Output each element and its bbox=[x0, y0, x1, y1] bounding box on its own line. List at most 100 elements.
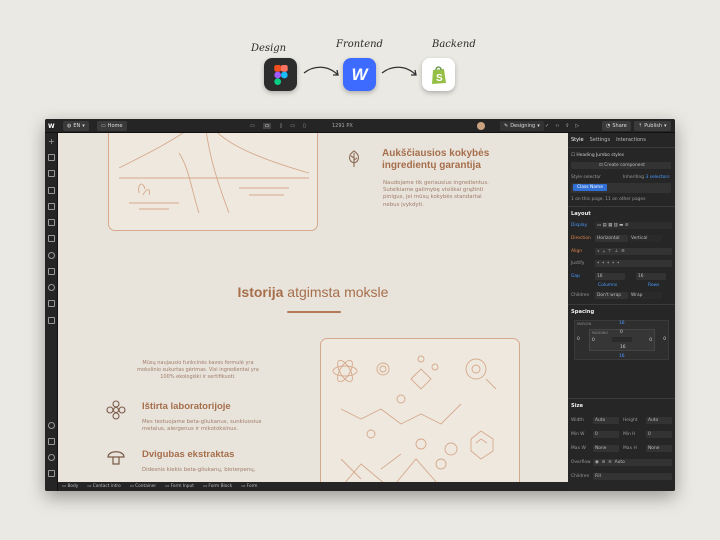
pencil-icon: ✎ bbox=[504, 123, 509, 129]
margin-right[interactable]: 0 bbox=[663, 337, 666, 342]
leaf-icon bbox=[348, 150, 360, 167]
direction-vertical[interactable]: Vertical bbox=[629, 235, 662, 242]
spacing-section-title[interactable]: Spacing bbox=[571, 309, 594, 315]
padding-top[interactable]: 0 bbox=[620, 330, 623, 335]
justify-options[interactable]: ⫞ ⫞ ⫞ ⫞ ⫞ bbox=[595, 260, 672, 267]
tab-style[interactable]: Style bbox=[571, 137, 584, 143]
dont-wrap-option[interactable]: Don't wrap bbox=[595, 292, 628, 299]
margin-bottom[interactable]: 16 bbox=[619, 354, 625, 359]
class-name-pill[interactable]: Class Name bbox=[573, 184, 607, 191]
margin-top[interactable]: 16 bbox=[619, 321, 625, 326]
design-canvas[interactable]: Aukščiausios kokybės ingredientų garanti… bbox=[58, 133, 568, 482]
gap-input-1[interactable]: 16 bbox=[595, 273, 625, 280]
styles-icon[interactable] bbox=[48, 219, 55, 226]
min-h-input[interactable]: 0 bbox=[646, 431, 672, 438]
breakpoint-desktop-plus-icon[interactable]: ▭ bbox=[250, 123, 255, 129]
padding-label: PADDING bbox=[592, 331, 609, 335]
language-selector[interactable]: ◍ EN ▾ bbox=[63, 121, 89, 131]
breadcrumb: ▭ Body ▭ Contact intro ▭ Container ▭ For… bbox=[58, 482, 568, 491]
share-label: Share bbox=[612, 123, 627, 129]
padding-right[interactable]: 0 bbox=[649, 338, 652, 343]
globe-icon: ◍ bbox=[67, 123, 72, 129]
mode-selector[interactable]: ✎ Designing ▾ bbox=[500, 121, 544, 131]
style-panel: Style Settings Interactions ☐ Heading Ju… bbox=[568, 133, 675, 491]
webflow-designer-window: W ◍ EN ▾ ▭ Home ▭ ▭ ▯ ▭ ▯ 1291 PX ✎ Designin… bbox=[45, 119, 675, 491]
class-selector-input[interactable]: Class Name bbox=[571, 183, 671, 193]
breakpoint-mobile-landscape-icon[interactable]: ▭ bbox=[290, 123, 295, 129]
share-icon[interactable]: ⇪ bbox=[565, 123, 569, 129]
breadcrumb-item[interactable]: ▭ Contact intro bbox=[87, 484, 120, 489]
heading-styles-toggle[interactable]: ☐ Heading Jumbo styles bbox=[571, 153, 624, 158]
display-options[interactable]: ▭ ▤ ▦ ▥ ▬ ⊘ bbox=[595, 222, 672, 229]
display-label: Display bbox=[571, 223, 588, 228]
quality-title-line2: ingredientų garantija bbox=[382, 160, 481, 171]
spacing-box[interactable]: MARGIN 16 16 0 0 PADDING 0 0 0 16 bbox=[574, 320, 669, 360]
help-icon[interactable] bbox=[48, 454, 55, 461]
design-label: Design bbox=[251, 43, 287, 54]
padding-bottom[interactable]: 16 bbox=[620, 345, 626, 350]
breakpoint-desktop-icon[interactable]: ▭ bbox=[262, 123, 272, 129]
logic-icon[interactable] bbox=[48, 300, 55, 307]
apps-icon[interactable] bbox=[48, 317, 55, 324]
height-input[interactable]: Auto bbox=[646, 417, 672, 424]
svg-text:S: S bbox=[436, 73, 443, 84]
direction-horizontal[interactable]: Horizontal bbox=[595, 235, 628, 242]
assets-icon[interactable] bbox=[48, 235, 55, 242]
tab-settings[interactable]: Settings bbox=[590, 137, 611, 143]
gap-input-2[interactable]: 16 bbox=[636, 273, 666, 280]
check-icon[interactable]: ✓ bbox=[545, 123, 549, 129]
wrap-option[interactable]: Wrap bbox=[629, 292, 662, 299]
left-toolbar: + bbox=[45, 133, 58, 491]
code-icon[interactable]: ‹› bbox=[555, 123, 559, 129]
pages-icon[interactable] bbox=[48, 154, 55, 161]
breakpoint-selector: ▭ ▭ ▯ ▭ ▯ bbox=[250, 121, 306, 131]
audit-icon[interactable] bbox=[48, 438, 55, 445]
breadcrumb-item[interactable]: ▭ Form Block bbox=[203, 484, 232, 489]
webflow-menu-icon[interactable]: W bbox=[48, 123, 55, 130]
breadcrumb-item[interactable]: ▭ Container bbox=[130, 484, 156, 489]
create-component-button[interactable]: ⊡ Create component bbox=[571, 162, 671, 169]
ecommerce-icon[interactable] bbox=[48, 268, 55, 275]
overflow-options[interactable]: ◉ ⊘ ≡ Auto bbox=[593, 459, 672, 466]
breadcrumb-item[interactable]: ▭ Form Input bbox=[165, 484, 194, 489]
children-fill-label: Children bbox=[571, 474, 590, 479]
width-input[interactable]: Auto bbox=[593, 417, 619, 424]
chevron-down-icon: ▾ bbox=[82, 123, 85, 129]
play-icon[interactable]: ▷ bbox=[575, 123, 579, 129]
tab-interactions[interactable]: Interactions bbox=[616, 137, 646, 143]
video-icon[interactable] bbox=[48, 470, 55, 477]
publish-button[interactable]: ⇡ Publish ▾ bbox=[634, 121, 671, 131]
height-label: Height bbox=[623, 418, 638, 423]
arrow-right-icon bbox=[303, 66, 339, 76]
max-w-input[interactable]: None bbox=[593, 445, 619, 452]
max-h-input[interactable]: None bbox=[646, 445, 672, 452]
share-button[interactable]: ◔ Share bbox=[602, 121, 631, 131]
settings-icon[interactable] bbox=[48, 422, 55, 429]
users-icon[interactable] bbox=[48, 284, 55, 291]
avatar[interactable] bbox=[477, 121, 485, 131]
variables-icon[interactable] bbox=[48, 203, 55, 210]
double-extract-title: Dvigubas ekstraktas bbox=[142, 449, 235, 460]
overflow-label: Overflow bbox=[571, 460, 591, 465]
rows-label: Rows bbox=[648, 283, 660, 288]
gap-label: Gap bbox=[571, 274, 580, 279]
webflow-logo-icon: W bbox=[343, 58, 376, 91]
breakpoint-tablet-icon[interactable]: ▯ bbox=[279, 123, 282, 129]
layout-section-title[interactable]: Layout bbox=[571, 211, 591, 217]
page-selector[interactable]: ▭ Home bbox=[97, 121, 127, 131]
size-section-title[interactable]: Size bbox=[571, 403, 583, 409]
breakpoint-mobile-icon[interactable]: ▯ bbox=[303, 123, 306, 129]
add-element-icon[interactable]: + bbox=[48, 138, 55, 146]
children-fill-select[interactable]: Fill bbox=[593, 473, 672, 480]
components-icon[interactable] bbox=[48, 187, 55, 194]
navigator-icon[interactable] bbox=[48, 170, 55, 177]
selector-usage: 1 on this page, 11 on other pages bbox=[571, 197, 646, 202]
align-options[interactable]: ⫟ ⫠ ⊤ ⊥ ≡ bbox=[595, 248, 672, 255]
breadcrumb-item[interactable]: ▭ Form bbox=[241, 484, 257, 489]
padding-left[interactable]: 0 bbox=[592, 338, 595, 343]
breadcrumb-item[interactable]: ▭ Body bbox=[62, 484, 78, 489]
min-w-input[interactable]: 0 bbox=[593, 431, 619, 438]
mountain-illustration bbox=[118, 133, 310, 214]
cms-icon[interactable] bbox=[48, 252, 55, 259]
margin-left[interactable]: 0 bbox=[577, 337, 580, 342]
